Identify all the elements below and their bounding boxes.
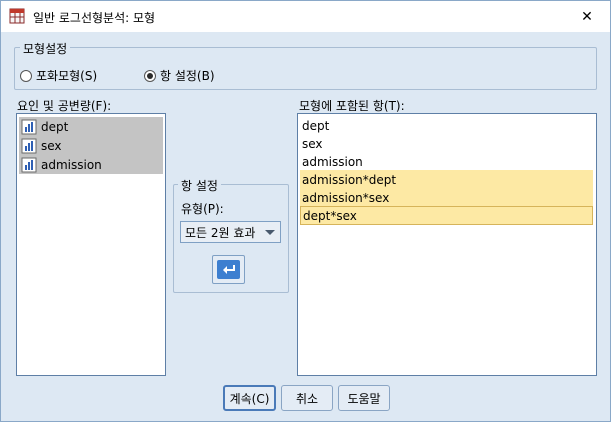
app-table-icon <box>9 8 25 24</box>
list-item[interactable]: admission*dept <box>300 170 593 189</box>
list-item[interactable]: admission <box>19 155 163 174</box>
build-terms-legend: 항 설정 <box>178 177 221 194</box>
cancel-button-label: 취소 <box>295 391 319 406</box>
scale-variable-icon <box>21 119 37 134</box>
radio-build-terms-circle[interactable] <box>144 69 156 82</box>
list-item[interactable]: admission*sex <box>300 188 593 207</box>
window-title: 일반 로그선형분석: 모형 <box>33 11 156 25</box>
move-arrow-icon <box>217 260 240 279</box>
radio-saturated-label: 포화모형(S) <box>36 69 98 83</box>
list-item[interactable]: admission <box>300 152 363 171</box>
model-group <box>14 47 597 90</box>
factor-name: dept <box>41 119 69 134</box>
list-item[interactable]: dept <box>300 116 329 135</box>
list-item[interactable]: dept <box>19 117 163 136</box>
radio-saturated[interactable]: 포화모형(S) <box>20 67 97 84</box>
type-select[interactable]: 모든 2원 효과 <box>180 221 281 243</box>
radio-saturated-circle[interactable] <box>20 69 32 82</box>
close-button[interactable]: ✕ <box>564 1 610 32</box>
cancel-button[interactable]: 취소 <box>281 385 333 411</box>
factors-label: 요인 및 공변량(F): <box>17 99 112 113</box>
chevron-down-icon <box>265 230 275 235</box>
model-group-legend: 모형설정 <box>20 40 71 57</box>
move-term-button[interactable] <box>212 255 245 284</box>
term-text: sex <box>302 136 323 151</box>
scale-variable-icon <box>21 157 37 172</box>
scale-variable-icon <box>21 138 37 153</box>
list-item[interactable]: dept*sex <box>300 206 593 225</box>
term-text: admission*sex <box>302 190 390 205</box>
factors-list[interactable]: dept sex admission <box>16 113 166 376</box>
type-select-value: 모든 2원 효과 <box>185 225 256 240</box>
help-button-label: 도움말 <box>347 391 381 406</box>
continue-button-label: 계속(C) <box>229 391 270 406</box>
radio-build-terms[interactable]: 항 설정(B) <box>144 67 215 84</box>
list-item[interactable]: sex <box>300 134 323 153</box>
close-icon: ✕ <box>581 8 593 25</box>
factor-name: sex <box>41 138 62 153</box>
title-bar: 일반 로그선형분석: 모형 ✕ <box>1 1 610 32</box>
type-label: 유형(P): <box>181 202 224 216</box>
term-text: dept <box>302 118 330 133</box>
term-text: admission*dept <box>302 172 397 187</box>
terms-label: 모형에 포함된 항(T): <box>299 99 405 113</box>
term-text: dept*sex <box>303 208 357 223</box>
help-button[interactable]: 도움말 <box>338 385 390 411</box>
term-text: admission <box>302 154 363 169</box>
factor-name: admission <box>41 157 102 172</box>
list-item[interactable]: sex <box>19 136 163 155</box>
continue-button[interactable]: 계속(C) <box>223 385 276 411</box>
radio-build-terms-label: 항 설정(B) <box>160 69 215 83</box>
terms-list[interactable]: dept sex admission admission*dept admiss… <box>297 113 597 376</box>
dialog-window: 일반 로그선형분석: 모형 ✕ 모형설정 포화모형(S) 항 설정(B) 요인 … <box>0 0 611 422</box>
